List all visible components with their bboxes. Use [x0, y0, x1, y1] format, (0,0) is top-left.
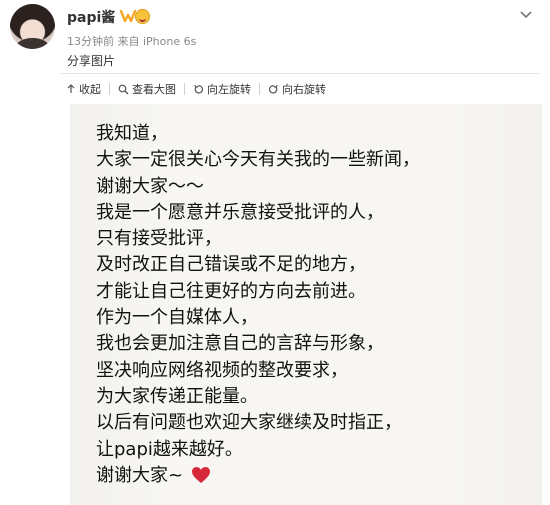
collapse-button[interactable]: 收起: [66, 81, 101, 97]
rotate-left-icon: [194, 84, 204, 94]
image-text-line: 我也会更加注意自己的言辞与形象，: [96, 333, 384, 355]
view-large-button[interactable]: 查看大图: [118, 81, 176, 97]
image-text-line: 谢谢大家～～: [96, 175, 204, 197]
image-text-line: 及时改正自己错误或不足的地方，: [96, 254, 366, 276]
rotate-right-icon: [268, 84, 278, 94]
image-text-line: 我是一个愿意并乐意接受批评的人，: [96, 201, 384, 223]
view-large-label: 查看大图: [132, 83, 176, 96]
image-text-line: 谢谢大家~: [96, 464, 184, 486]
image-toolbar: 收起 查看大图 向左旋转 向右旋转: [66, 79, 326, 99]
chevron-down-icon[interactable]: [518, 6, 534, 20]
avatar[interactable]: [10, 4, 55, 49]
image-text-line: 作为一个自媒体人，: [96, 307, 258, 329]
image-text-line: 为大家传递正能量。: [96, 385, 258, 407]
image-text-line: 我知道，: [96, 123, 168, 144]
image-text-line: 只有接受批评，: [96, 228, 222, 250]
heart-icon: [191, 466, 210, 483]
rotate-left-button[interactable]: 向左旋转: [193, 81, 251, 97]
image-text-line: 大家一定很关心今天有关我的一些新闻，: [96, 149, 420, 171]
avatar-shoulder: [16, 38, 49, 49]
magnify-icon: [118, 84, 129, 94]
rotate-left-label: 向左旋转: [207, 83, 251, 96]
weibo-post-card: papi酱 13分钟前 来自 iPhone 6s 分享图片 收起 查看大图 向左…: [0, 0, 550, 505]
watermark: [402, 496, 532, 502]
image-text-line: 坚决响应网络视频的整改要求，: [96, 359, 348, 381]
collapse-label: 收起: [79, 83, 101, 96]
username[interactable]: papi酱: [67, 7, 115, 27]
rotate-right-label: 向右旋转: [282, 83, 326, 96]
toolbar-separator: [109, 83, 110, 95]
image-text-line: 以后有问题也欢迎大家继续及时指正，: [96, 412, 402, 434]
toolbar-separator: [259, 83, 260, 95]
arrow-up-icon: [67, 84, 75, 93]
post-text: 分享图片: [67, 54, 116, 68]
post-image[interactable]: 我知道， 大家一定很关心今天有关我的一些新闻， 谢谢大家～～ 我是一个愿意并乐意…: [70, 104, 542, 505]
divider: [60, 73, 540, 74]
verified-badge-icon: [120, 9, 136, 23]
toolbar-separator: [184, 83, 185, 95]
post-meta: 13分钟前 来自 iPhone 6s: [67, 35, 197, 48]
image-text-last-line: 谢谢大家~: [96, 463, 420, 489]
emoji-badge-icon: [135, 9, 150, 24]
image-text-line: 让papi越来越好。: [96, 438, 243, 460]
image-text: 我知道， 大家一定很关心今天有关我的一些新闻， 谢谢大家～～ 我是一个愿意并乐意…: [96, 121, 420, 489]
rotate-right-button[interactable]: 向右旋转: [268, 81, 326, 97]
image-text-line: 才能让自己往更好的方向去前进。: [96, 280, 366, 302]
